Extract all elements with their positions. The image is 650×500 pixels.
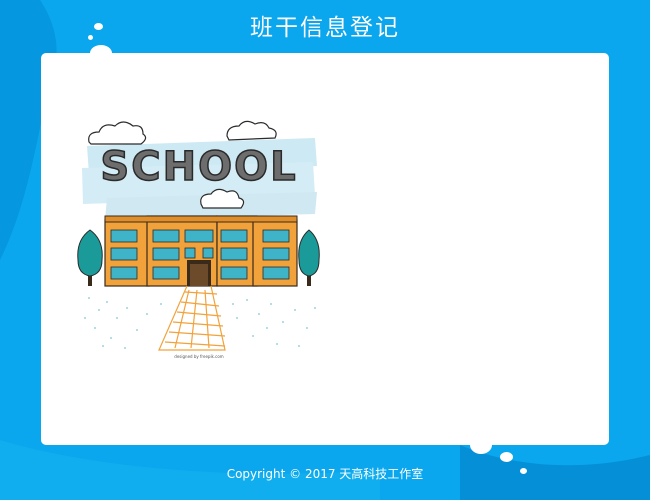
building [104, 215, 298, 287]
school-building-icon: SCHOOL designed by freepik.com [77, 120, 320, 359]
illustration-credit: designed by freepik.com [174, 354, 223, 359]
decorative-bubble [500, 452, 513, 462]
school-sign-text: SCHOOL [100, 144, 297, 190]
footer-copyright: Copyright © 2017 天高科技工作室 [226, 467, 424, 481]
page-title: 班干信息登记 [250, 15, 400, 41]
